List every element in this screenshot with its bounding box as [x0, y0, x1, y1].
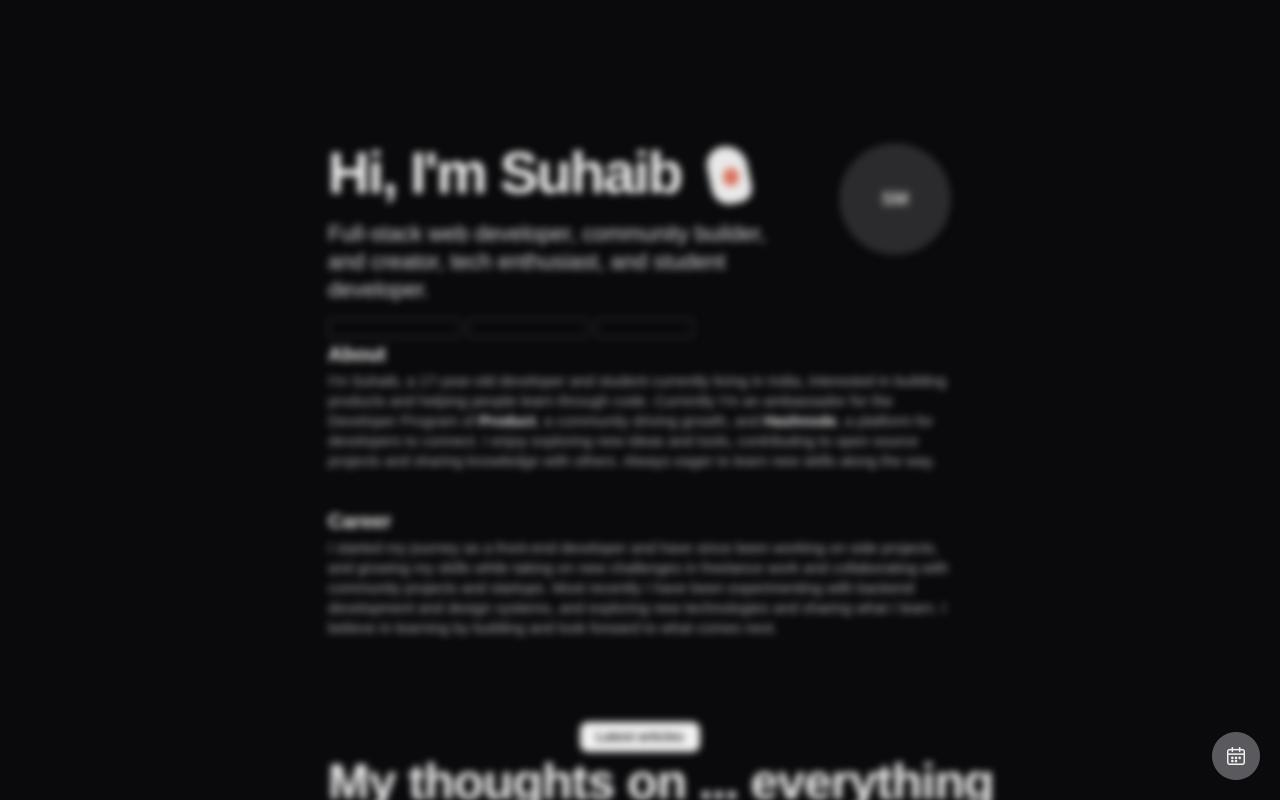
hero-title-text: Hi, I'm Suhaib — [328, 141, 683, 206]
blog-title: My thoughts on ... everything — [328, 754, 994, 800]
schedule-call-button[interactable] — [1212, 732, 1260, 780]
about-link-hashnode[interactable]: Hashnode — [764, 413, 837, 430]
hero-subtitle: Full-stack web developer, community buil… — [328, 221, 766, 302]
blog-tag-button[interactable]: Latest articles — [580, 722, 700, 752]
about-link-product[interactable]: Product — [479, 413, 536, 430]
social-link-3[interactable] — [596, 318, 694, 338]
about-body: I'm Suhaib, a 17-year-old developer and … — [328, 372, 952, 472]
social-link-1[interactable] — [328, 318, 462, 338]
social-links — [328, 318, 952, 340]
avatar-initials: SM — [881, 188, 909, 209]
waving-hand-icon — [703, 142, 755, 208]
about-section: About I'm Suhaib, a 17-year-old develope… — [328, 342, 952, 472]
career-section: Career I started my journey as a front-e… — [328, 509, 952, 639]
career-body: I started my journey as a front-end deve… — [328, 540, 949, 637]
about-text-2: , a community driving growth, and — [535, 413, 765, 430]
about-heading: About — [328, 344, 386, 366]
page: Hi, I'm Suhaib Full-stack web developer,… — [0, 0, 1280, 800]
social-link-2[interactable] — [468, 318, 590, 338]
calendar-icon — [1227, 747, 1245, 765]
avatar: SM — [840, 144, 950, 254]
career-heading: Career — [328, 511, 392, 533]
